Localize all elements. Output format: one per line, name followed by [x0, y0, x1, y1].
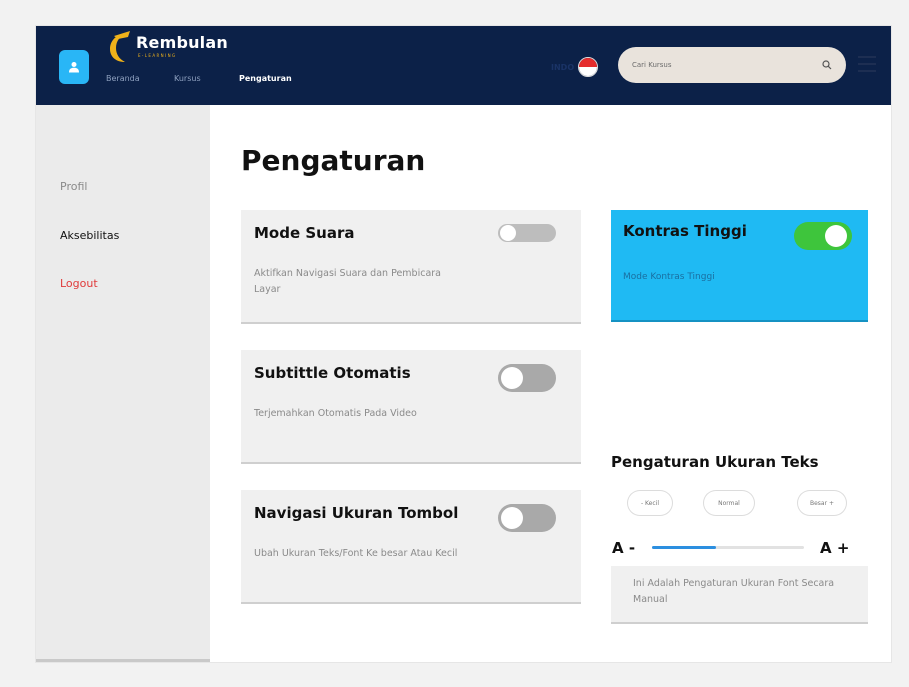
card-description: Aktifkan Navigasi Suara dan Pembicara La… [254, 268, 441, 296]
app-frame: Rembulan E-LEARNING Beranda Kursus Penga… [36, 26, 891, 662]
hamburger-menu-icon[interactable] [858, 56, 876, 72]
card-kontras-tinggi: Kontras Tinggi Mode Kontras Tinggi [611, 210, 868, 322]
card-title: Navigasi Ukuran Tombol [254, 504, 459, 522]
card-title: Subtittle Otomatis [254, 364, 411, 382]
language-label: INDO [551, 62, 575, 72]
text-size-small-button[interactable]: - Kecil [628, 491, 672, 515]
card-mode-suara: Mode Suara Aktifkan Navigasi Suara dan P… [241, 210, 581, 324]
nav-kursus[interactable]: Kursus [174, 74, 201, 83]
increase-font-button[interactable]: A + [820, 539, 849, 557]
sidebar-item-profil[interactable]: Profil [60, 180, 87, 193]
font-size-slider[interactable] [652, 546, 804, 549]
toggle-knob [500, 225, 516, 241]
brand-logo[interactable]: Rembulan E-LEARNING [106, 28, 228, 64]
nav-beranda[interactable]: Beranda [106, 74, 140, 83]
card-subtitle-otomatis: Subtittle Otomatis Terjemahkan Otomatis … [241, 350, 581, 464]
decrease-font-button[interactable]: A - [612, 539, 635, 557]
nav-pengaturan[interactable]: Pengaturan [239, 74, 292, 83]
kontras-tinggi-toggle[interactable] [794, 222, 852, 250]
manual-font-text: Ini Adalah Pengaturan Ukuran Font Secara… [633, 578, 835, 606]
logo-subtitle: E-LEARNING [138, 52, 177, 58]
user-icon [69, 62, 79, 73]
moon-logo-icon [110, 31, 130, 62]
toggle-knob [501, 367, 523, 389]
card-title: Mode Suara [254, 224, 355, 242]
sidebar-item-aksebilitas[interactable]: Aksebilitas [60, 229, 119, 242]
slider-fill [652, 546, 716, 549]
user-avatar[interactable] [59, 50, 89, 84]
indonesia-flag-icon [578, 57, 599, 77]
page-title: Pengaturan [241, 144, 426, 177]
card-title: Kontras Tinggi [623, 222, 747, 240]
text-size-heading: Pengaturan Ukuran Teks [611, 453, 819, 471]
search-bar [618, 47, 846, 83]
sidebar-item-logout[interactable]: Logout [60, 277, 98, 290]
logo-title: Rembulan [136, 32, 228, 52]
manual-font-info: Ini Adalah Pengaturan Ukuran Font Secara… [611, 566, 868, 624]
search-input[interactable] [632, 61, 822, 69]
toggle-knob [501, 507, 523, 529]
card-description: Terjemahkan Otomatis Pada Video [254, 408, 417, 419]
toggle-knob [825, 225, 847, 247]
card-description: Mode Kontras Tinggi [623, 272, 715, 282]
card-description: Ubah Ukuran Teks/Font Ke besar Atau Keci… [254, 548, 458, 559]
text-size-normal-button[interactable]: Normal [704, 491, 754, 515]
language-switcher[interactable]: INDO [551, 57, 599, 77]
sidebar: Profil Aksebilitas Logout [36, 105, 210, 662]
subtitle-otomatis-toggle[interactable] [498, 364, 556, 392]
search-icon[interactable] [822, 60, 832, 70]
top-header: Rembulan E-LEARNING Beranda Kursus Penga… [36, 26, 891, 105]
navigasi-ukuran-toggle[interactable] [498, 504, 556, 532]
text-size-large-button[interactable]: Besar + [798, 491, 846, 515]
mode-suara-toggle[interactable] [498, 224, 556, 242]
card-navigasi-ukuran-tombol: Navigasi Ukuran Tombol Ubah Ukuran Teks/… [241, 490, 581, 604]
